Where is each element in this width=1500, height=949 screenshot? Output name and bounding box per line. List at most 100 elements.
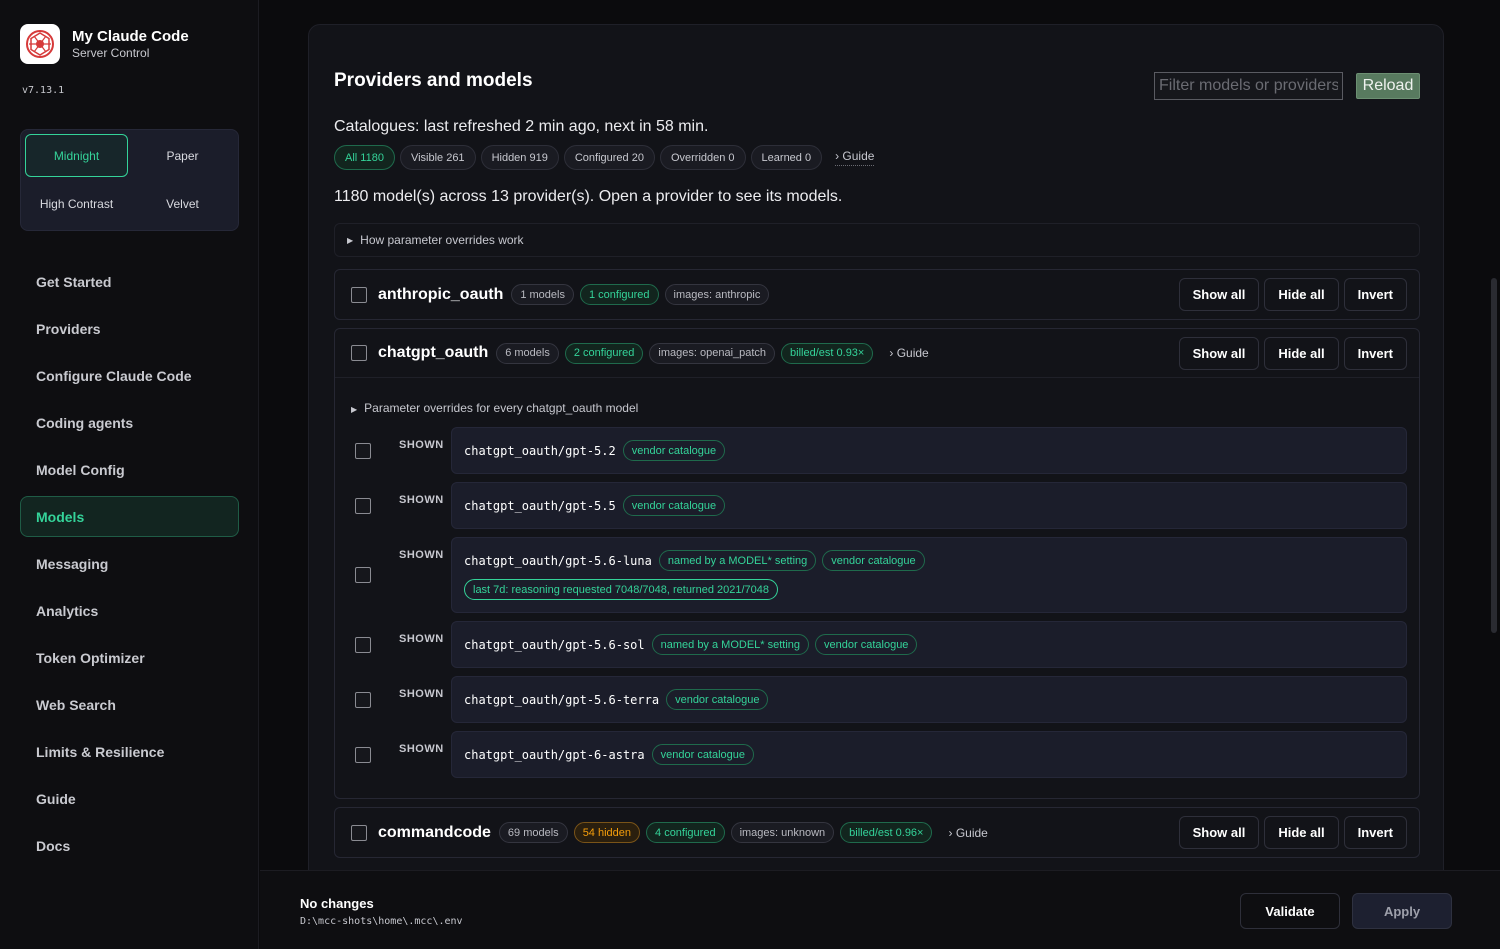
provider-checkbox[interactable] bbox=[351, 345, 367, 361]
model-checkbox[interactable] bbox=[355, 567, 371, 583]
model-name: chatgpt_oauth/gpt-6-astra bbox=[464, 747, 645, 762]
configured-pill: 4 configured bbox=[646, 822, 725, 843]
app-title: My Claude Code bbox=[72, 28, 189, 45]
reload-button[interactable]: Reload bbox=[1356, 73, 1420, 99]
show-all-button[interactable]: Show all bbox=[1178, 816, 1260, 849]
model-row: SHOWN chatgpt_oauth/gpt-5.2 vendor catal… bbox=[355, 427, 1407, 474]
nav-web-search[interactable]: Web Search bbox=[20, 684, 239, 725]
nav-analytics[interactable]: Analytics bbox=[20, 590, 239, 631]
apply-button[interactable]: Apply bbox=[1352, 893, 1452, 929]
model-name: chatgpt_oauth/gpt-5.6-luna bbox=[464, 553, 652, 568]
model-checkbox[interactable] bbox=[355, 692, 371, 708]
page-scrollbar[interactable] bbox=[1491, 278, 1497, 633]
filter-input[interactable] bbox=[1154, 72, 1343, 100]
catalogue-status: Catalogues: last refreshed 2 min ago, ne… bbox=[334, 118, 709, 135]
howto-label: How parameter overrides work bbox=[360, 233, 524, 247]
providers-panel: Providers and models Reload Catalogues: … bbox=[308, 24, 1444, 924]
model-setting-tag: named by a MODEL* setting bbox=[651, 634, 810, 655]
param-overrides-disclosure[interactable]: ▶ Parameter overrides for every chatgpt_o… bbox=[351, 401, 638, 415]
nav-token-optimizer[interactable]: Token Optimizer bbox=[20, 637, 239, 678]
show-all-button[interactable]: Show all bbox=[1178, 278, 1260, 311]
provider-checkbox[interactable] bbox=[351, 824, 367, 841]
app-subtitle: Server Control bbox=[72, 46, 150, 60]
model-card: chatgpt_oauth/gpt-5.6-sol named by a MOD… bbox=[451, 621, 1407, 668]
model-row: SHOWN chatgpt_oauth/gpt-5.6-sol named by… bbox=[355, 621, 1407, 668]
model-name: chatgpt_oauth/gpt-5.6-sol bbox=[464, 637, 645, 652]
nav-coding-agents[interactable]: Coding agents bbox=[20, 402, 239, 443]
guide-link[interactable]: › Guide bbox=[835, 149, 875, 166]
model-status: SHOWN bbox=[399, 743, 444, 755]
app-logo-icon bbox=[20, 24, 60, 64]
theme-high-contrast[interactable]: High Contrast bbox=[25, 182, 128, 225]
version-label: v7.13.1 bbox=[22, 85, 65, 96]
vendor-catalogue-tag: vendor catalogue bbox=[651, 744, 755, 765]
hide-all-button[interactable]: Hide all bbox=[1264, 337, 1339, 370]
disclosure-triangle-icon: ▶ bbox=[347, 235, 354, 245]
model-card: chatgpt_oauth/gpt-6-astra vendor catalog… bbox=[451, 731, 1407, 778]
invert-button[interactable]: Invert bbox=[1343, 278, 1407, 311]
nav-model-config[interactable]: Model Config bbox=[20, 449, 239, 490]
model-status: SHOWN bbox=[399, 633, 444, 645]
model-name: chatgpt_oauth/gpt-5.6-terra bbox=[464, 692, 660, 707]
provider-guide-link[interactable]: › Guide bbox=[889, 346, 928, 360]
theme-midnight[interactable]: Midnight bbox=[25, 134, 128, 177]
provider-guide-link[interactable]: › Guide bbox=[948, 826, 987, 840]
disclosure-triangle-icon: ▶ bbox=[351, 405, 358, 414]
page-title: Providers and models bbox=[334, 70, 533, 91]
vendor-catalogue-tag: vendor catalogue bbox=[622, 495, 726, 516]
provider-chatgpt-oauth: chatgpt_oauth 6 models 2 configured imag… bbox=[334, 328, 1420, 799]
env-file-path: D:\mcc-shots\home\.mcc\.env bbox=[300, 916, 463, 927]
nav-providers[interactable]: Providers bbox=[20, 308, 239, 349]
billed-estimate-pill: billed/est 0.96× bbox=[840, 822, 933, 843]
chip-learned[interactable]: Learned 0 bbox=[750, 145, 823, 170]
model-checkbox[interactable] bbox=[355, 443, 371, 459]
reasoning-stats-tag: last 7d: reasoning requested 7048/7048, … bbox=[464, 579, 779, 600]
nav-messaging[interactable]: Messaging bbox=[20, 543, 239, 584]
model-checkbox[interactable] bbox=[355, 747, 371, 763]
chip-overridden[interactable]: Overridden 0 bbox=[659, 145, 746, 170]
model-checkbox[interactable] bbox=[355, 637, 371, 653]
chip-configured[interactable]: Configured 20 bbox=[563, 145, 655, 170]
models-count-pill: 6 models bbox=[496, 342, 559, 364]
models-summary: 1180 model(s) across 13 provider(s). Ope… bbox=[334, 188, 843, 205]
images-pill: images: anthropic bbox=[664, 284, 770, 305]
chip-hidden[interactable]: Hidden 919 bbox=[480, 145, 559, 170]
hide-all-button[interactable]: Hide all bbox=[1264, 278, 1339, 311]
models-count-pill: 69 models bbox=[498, 822, 568, 843]
app-root: My Claude Code Server Control v7.13.1 Mi… bbox=[0, 0, 1500, 949]
provider-name[interactable]: commandcode bbox=[378, 824, 491, 842]
billed-estimate-pill: billed/est 0.93× bbox=[781, 342, 874, 364]
nav-guide[interactable]: Guide bbox=[20, 778, 239, 819]
nav-limits-resilience[interactable]: Limits & Resilience bbox=[20, 731, 239, 772]
images-pill: images: unknown bbox=[730, 822, 835, 843]
hide-all-button[interactable]: Hide all bbox=[1264, 816, 1339, 849]
show-all-button[interactable]: Show all bbox=[1178, 337, 1260, 370]
theme-velvet[interactable]: Velvet bbox=[131, 182, 234, 225]
brand: My Claude Code Server Control bbox=[20, 24, 189, 64]
model-status: SHOWN bbox=[399, 439, 444, 451]
nav-docs[interactable]: Docs bbox=[20, 825, 239, 866]
chip-all[interactable]: All 1180 bbox=[334, 145, 395, 170]
model-card: chatgpt_oauth/gpt-5.5 vendor catalogue bbox=[451, 482, 1407, 529]
provider-name[interactable]: chatgpt_oauth bbox=[378, 344, 488, 362]
validate-button[interactable]: Validate bbox=[1240, 893, 1340, 929]
invert-button[interactable]: Invert bbox=[1343, 816, 1407, 849]
chip-visible[interactable]: Visible 261 bbox=[399, 145, 476, 170]
provider-anthropic-oauth: anthropic_oauth 1 models 1 configured im… bbox=[334, 269, 1420, 320]
configured-pill: 2 configured bbox=[564, 342, 644, 364]
model-row: SHOWN chatgpt_oauth/gpt-5.6-luna named b… bbox=[355, 537, 1407, 613]
provider-checkbox[interactable] bbox=[351, 286, 367, 303]
configured-pill: 1 configured bbox=[579, 284, 659, 305]
vendor-catalogue-tag: vendor catalogue bbox=[822, 550, 925, 571]
theme-paper[interactable]: Paper bbox=[131, 134, 234, 177]
provider-commandcode: commandcode 69 models 54 hidden 4 config… bbox=[334, 807, 1420, 858]
provider-name[interactable]: anthropic_oauth bbox=[378, 286, 503, 304]
model-setting-tag: named by a MODEL* setting bbox=[658, 550, 817, 571]
model-checkbox[interactable] bbox=[355, 498, 371, 514]
invert-button[interactable]: Invert bbox=[1343, 337, 1407, 370]
nav-get-started[interactable]: Get Started bbox=[20, 261, 239, 302]
nav-models[interactable]: Models bbox=[20, 496, 239, 537]
nav-configure-claude-code[interactable]: Configure Claude Code bbox=[20, 355, 239, 396]
model-row: SHOWN chatgpt_oauth/gpt-5.6-terra vendor… bbox=[355, 676, 1407, 723]
howto-disclosure[interactable]: ▶ How parameter overrides work bbox=[334, 223, 1420, 257]
